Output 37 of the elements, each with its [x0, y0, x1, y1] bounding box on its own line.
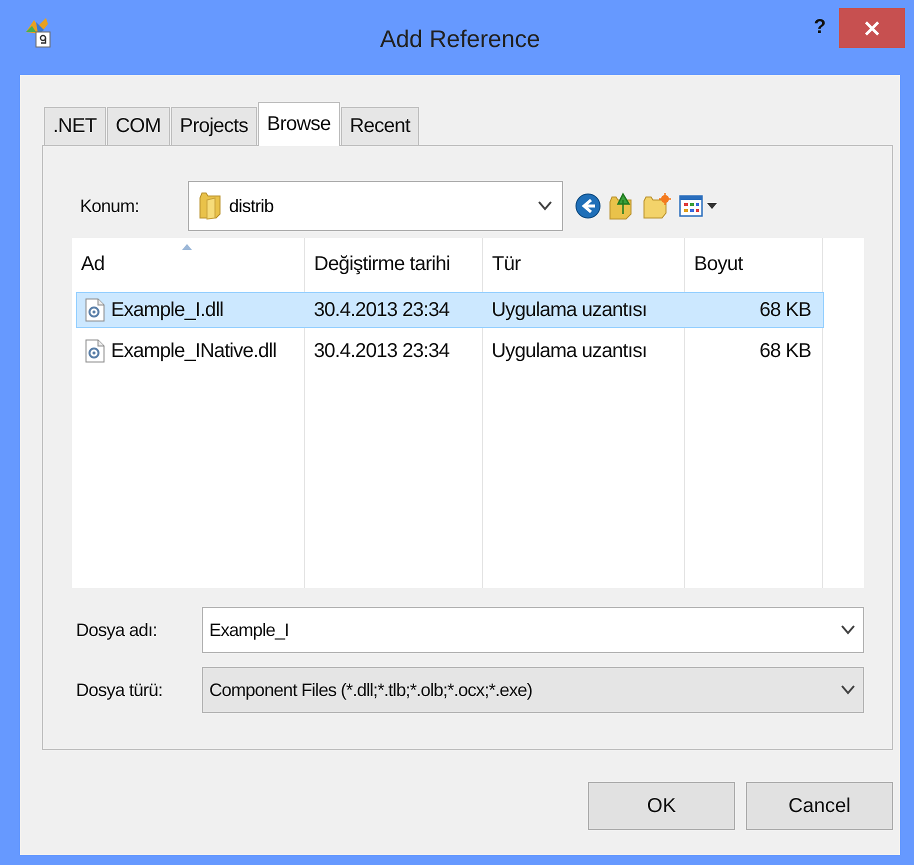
- tab[interactable]: Browse: [258, 102, 340, 146]
- table-cell: 68 KB: [760, 298, 811, 322]
- location-dropdown[interactable]: distrib: [188, 181, 563, 231]
- column-header[interactable]: Tür: [483, 238, 685, 290]
- column-header[interactable]: Ad: [72, 238, 305, 290]
- file-name-field[interactable]: Example_I: [202, 607, 864, 653]
- cancel-button[interactable]: Cancel: [746, 782, 893, 830]
- table-cell: 30.4.2013 23:34: [314, 298, 450, 322]
- help-button[interactable]: ?: [810, 16, 830, 39]
- field-label: Dosya adı:: [75, 620, 158, 640]
- file-type-dropdown[interactable]: Component Files (*.dll;*.tlb;*.olb;*.ocx;*.exe): [202, 667, 864, 713]
- table-cell: Uygulama uzantısı: [491, 298, 647, 322]
- column-header[interactable]: Boyut: [685, 238, 823, 290]
- file-row[interactable]: Example_I.dll 30.4.2013 23:34 Uygulama uzantısı 68 KB: [76, 292, 824, 328]
- tab[interactable]: .NET: [44, 107, 106, 145]
- ok-button[interactable]: OK: [588, 782, 735, 830]
- tab[interactable]: COM: [106, 107, 170, 145]
- new-folder-icon[interactable]: [643, 193, 671, 219]
- file-icon: [85, 339, 105, 363]
- table-cell: Uygulama uzantısı: [491, 340, 647, 362]
- window-title: Add Reference: [380, 26, 540, 54]
- field-label: Dosya türü:: [75, 680, 164, 700]
- tab[interactable]: Recent: [340, 107, 420, 145]
- tab[interactable]: Projects: [170, 107, 257, 145]
- table-cell: Example_INative.dll: [111, 340, 276, 362]
- location-label: Konum:: [79, 196, 140, 216]
- close-button[interactable]: ×: [839, 8, 905, 48]
- table-cell: 30.4.2013 23:34: [314, 340, 450, 362]
- file-row[interactable]: Example_INative.dll 30.4.2013 23:34 Uygulama uzantısı 68 KB: [76, 333, 824, 369]
- column-header[interactable]: Değiştirme tarihi: [305, 238, 483, 290]
- back-icon[interactable]: [575, 193, 601, 219]
- folder-icon: [199, 192, 221, 220]
- view-menu-icon[interactable]: [679, 195, 719, 217]
- table-cell: Example_I.dll: [111, 298, 224, 322]
- file-icon: [85, 298, 105, 322]
- table-cell: 68 KB: [760, 340, 811, 362]
- app-icon: [24, 18, 52, 48]
